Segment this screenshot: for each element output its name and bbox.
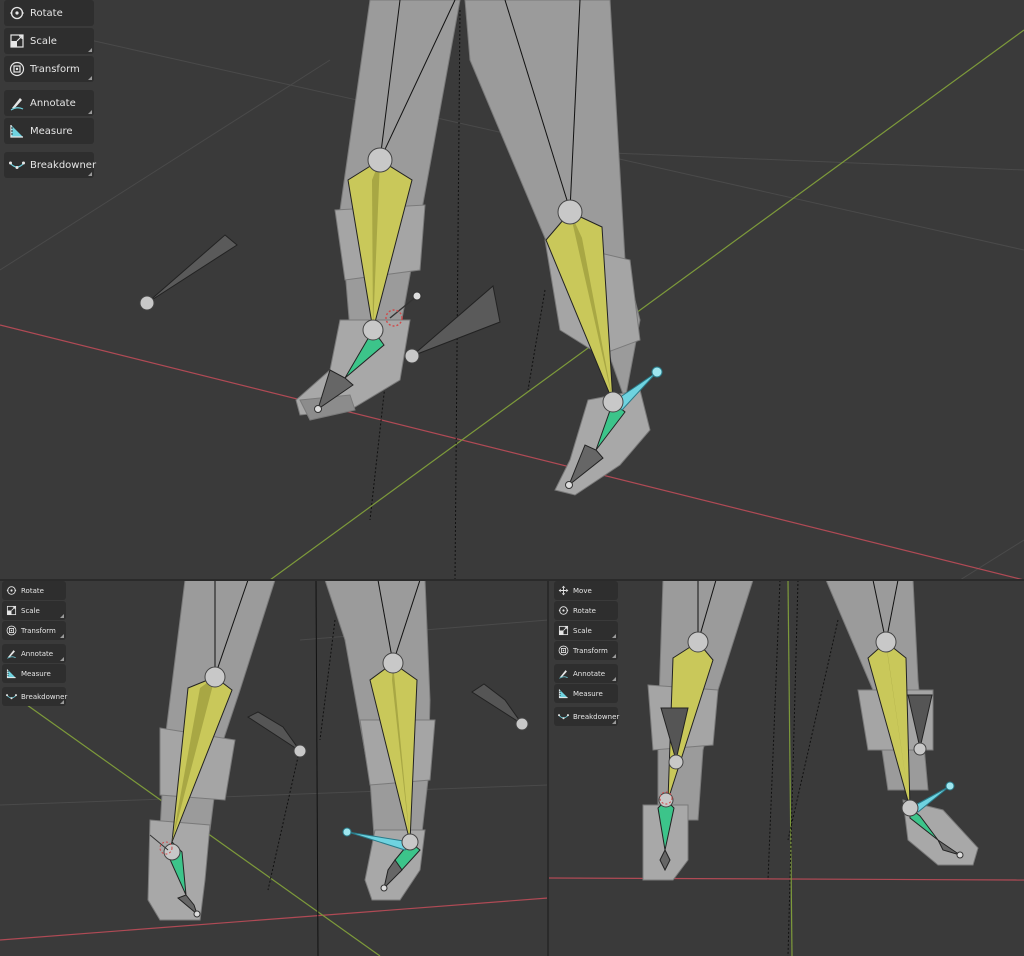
tool-rotate-button[interactable]: Rotate	[2, 581, 66, 600]
tool-label: Measure	[30, 125, 73, 137]
tool-transform-button[interactable]: Transform	[2, 621, 66, 640]
tool-breakdowner-button[interactable]: Breakdowner	[554, 707, 620, 726]
breakdowner-icon	[4, 152, 30, 178]
tool-annotate-button[interactable]: Annotate	[4, 90, 94, 116]
tool-label: Annotate	[573, 669, 606, 678]
viewport-bottom-right[interactable]: Move Rotate Scale Transform Annotate Measure B…	[548, 580, 1024, 956]
viewport-bottom-left[interactable]: Rotate Scale Transform Annotate Measure Break…	[0, 580, 548, 956]
viewport-separator-vertical[interactable]	[547, 580, 549, 956]
scene-3d[interactable]	[0, 0, 1024, 580]
tool-annotate-button[interactable]: Annotate	[554, 664, 618, 683]
measure-icon	[4, 118, 30, 144]
transform-icon	[2, 621, 21, 640]
scale-icon	[4, 28, 30, 54]
x-axis-line	[0, 897, 548, 941]
tool-label: Transform	[30, 63, 80, 75]
x-axis-line	[548, 877, 1024, 881]
tool-scale-button[interactable]: Scale	[554, 621, 618, 640]
viewport-top[interactable]: Rotate Scale Transform Annotate Measure Break…	[0, 0, 1024, 580]
tool-breakdowner-button[interactable]: Breakdowner	[4, 152, 97, 178]
dashed-parent-line	[315, 580, 319, 956]
relationship-lines	[767, 580, 839, 956]
measure-icon	[554, 684, 573, 703]
tool-label: Transform	[21, 626, 56, 635]
tool-label: Measure	[573, 689, 603, 698]
tool-move-button[interactable]: Move	[554, 581, 618, 600]
rotate-icon	[2, 581, 21, 600]
scene-3d-bottom-right[interactable]	[548, 580, 1024, 956]
tool-transform-button[interactable]: Transform	[554, 641, 618, 660]
viewport-separator-horizontal[interactable]	[0, 579, 1024, 581]
tool-label: Scale	[573, 626, 592, 635]
grid	[0, 619, 548, 806]
toolbar-bottom-right: Move Rotate Scale Transform Annotate Measure B…	[554, 581, 620, 727]
x-axis-line	[0, 324, 1024, 580]
tool-annotate-button[interactable]: Annotate	[2, 644, 66, 663]
breakdowner-icon	[554, 707, 573, 726]
breakdowner-icon	[2, 687, 21, 706]
tool-measure-button[interactable]: Measure	[554, 684, 618, 703]
measure-icon	[2, 664, 21, 683]
scene-3d-bottom-left[interactable]	[0, 580, 548, 956]
annotate-icon	[2, 644, 21, 663]
tool-measure-button[interactable]: Measure	[4, 118, 94, 144]
annotate-icon	[4, 90, 30, 116]
toolbar-bottom-left: Rotate Scale Transform Annotate Measure Break…	[2, 581, 68, 707]
tool-rotate-button[interactable]: Rotate	[4, 0, 94, 26]
rotate-icon	[554, 601, 573, 620]
tool-label: Rotate	[30, 7, 63, 19]
tool-transform-button[interactable]: Transform	[4, 56, 94, 82]
tool-label: Scale	[21, 606, 40, 615]
tool-label: Breakdowner	[30, 159, 97, 171]
transform-icon	[4, 56, 30, 82]
transform-icon	[554, 641, 573, 660]
scale-icon	[554, 621, 573, 640]
tool-label: Scale	[30, 35, 57, 47]
rotate-icon	[4, 0, 30, 26]
tool-label: Breakdowner	[21, 692, 68, 701]
y-axis-line	[787, 580, 793, 956]
tool-label: Measure	[21, 669, 51, 678]
bones-gray	[139, 234, 501, 364]
character-mesh	[642, 580, 979, 881]
tool-label: Annotate	[21, 649, 54, 658]
tool-label: Move	[573, 586, 592, 595]
tool-breakdowner-button[interactable]: Breakdowner	[2, 687, 68, 706]
tool-label: Rotate	[573, 606, 596, 615]
scale-icon	[2, 601, 21, 620]
tool-rotate-button[interactable]: Rotate	[554, 601, 618, 620]
tool-measure-button[interactable]: Measure	[2, 664, 66, 683]
tool-label: Rotate	[21, 586, 44, 595]
tool-label: Transform	[573, 646, 608, 655]
tool-label: Breakdowner	[573, 712, 620, 721]
tool-scale-button[interactable]: Scale	[4, 28, 94, 54]
tool-label: Annotate	[30, 97, 76, 109]
annotate-icon	[554, 664, 573, 683]
move-icon	[554, 581, 573, 600]
toolbar-top: Rotate Scale Transform Annotate Measure Break…	[4, 0, 97, 180]
tool-scale-button[interactable]: Scale	[2, 601, 66, 620]
